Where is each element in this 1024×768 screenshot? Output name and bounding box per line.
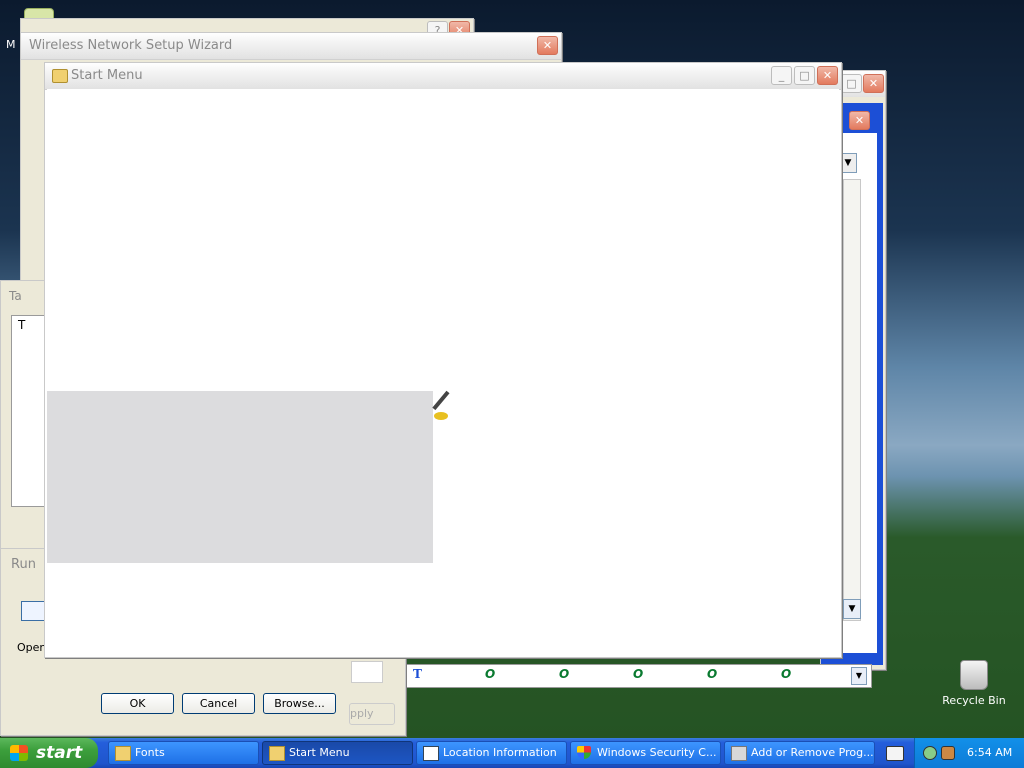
paint-brush-cursor-icon	[432, 390, 464, 424]
task-label: Fonts	[135, 746, 165, 759]
taskbar-item-location-information[interactable]: Location Information	[416, 741, 567, 765]
recycle-bin-label: Recycle Bin	[942, 694, 1006, 707]
folder-icon	[115, 746, 131, 761]
tray-network-icon[interactable]	[923, 746, 937, 760]
cancel-button[interactable]: Cancel	[182, 693, 255, 714]
close-button[interactable]: ✕	[817, 66, 838, 85]
taskbar-item-start-menu[interactable]: Start Menu	[262, 741, 413, 765]
recycle-bin-icon[interactable]	[960, 660, 988, 690]
close-button[interactable]: ✕	[863, 74, 884, 93]
task-label: Add or Remove Prog...	[751, 746, 874, 759]
add-remove-icon	[731, 746, 747, 761]
taskbar-item-add-remove-programs[interactable]: Add or Remove Prog...	[724, 741, 875, 765]
inner-close-button[interactable]: ✕	[849, 111, 870, 130]
folder-icon	[269, 746, 285, 761]
windows-logo-icon	[10, 745, 28, 761]
opentype-icon: O	[485, 667, 496, 681]
scroll-down-arrow[interactable]: ▼	[843, 599, 861, 619]
opentype-icon: O	[707, 667, 718, 681]
strip-scroll-arrow[interactable]: ▼	[851, 667, 867, 685]
font-icon-strip: T O O O O O ▼	[404, 664, 872, 688]
browse-button[interactable]: Browse...	[263, 693, 336, 714]
clock[interactable]: 6:54 AM	[967, 746, 1012, 759]
ok-button[interactable]: OK	[101, 693, 174, 714]
maximize-button[interactable]: □	[841, 74, 862, 93]
task-label: Start Menu	[289, 746, 350, 759]
task-label: Location Information	[443, 746, 557, 759]
truetype-icon: T	[413, 667, 422, 681]
opentype-icon: O	[559, 667, 570, 681]
taskbar-item-fonts[interactable]: Fonts	[108, 741, 259, 765]
start-label: start	[36, 743, 83, 763]
opentype-icon: O	[633, 667, 644, 681]
taskbar: start Fonts Start Menu Location Informat…	[0, 738, 1024, 768]
taskbar-item-windows-security[interactable]: Windows Security C...	[570, 741, 721, 765]
scrollbar-vertical[interactable]	[843, 179, 861, 621]
start-button[interactable]: start	[0, 738, 98, 768]
desktop-icon-label-m: M	[6, 38, 16, 51]
opentype-icon: O	[781, 667, 792, 681]
window-title: Start Menu	[71, 68, 143, 83]
tab-list-item[interactable]: T	[18, 318, 25, 332]
run-title: Run	[11, 557, 36, 572]
window-icon	[423, 746, 439, 761]
system-tray: 6:54 AM	[914, 738, 1024, 768]
maximize-button[interactable]: □	[794, 66, 815, 85]
minimize-button[interactable]: _	[771, 66, 792, 85]
apply-button-fragment[interactable]: pply	[349, 703, 395, 725]
task-label: Windows Security C...	[597, 746, 717, 759]
window-title-bar: Start Menu	[45, 63, 841, 90]
keyboard-icon[interactable]	[886, 746, 904, 761]
window-title: Wireless Network Setup Wizard	[21, 33, 561, 60]
close-button[interactable]: ✕	[537, 36, 558, 55]
tab-window-fragment: Ta T	[0, 280, 50, 552]
tray-security-icon[interactable]	[941, 746, 955, 760]
folder-icon	[52, 69, 68, 83]
tab-window-title: Ta	[9, 289, 22, 303]
open-label: Open	[17, 641, 47, 654]
shield-icon	[577, 746, 591, 759]
start-menu-window: Start Menu _ □ ✕	[44, 62, 842, 658]
gray-unpainted-region	[47, 391, 433, 563]
content-area	[47, 89, 839, 655]
run-textbox-fragment[interactable]	[351, 661, 383, 683]
